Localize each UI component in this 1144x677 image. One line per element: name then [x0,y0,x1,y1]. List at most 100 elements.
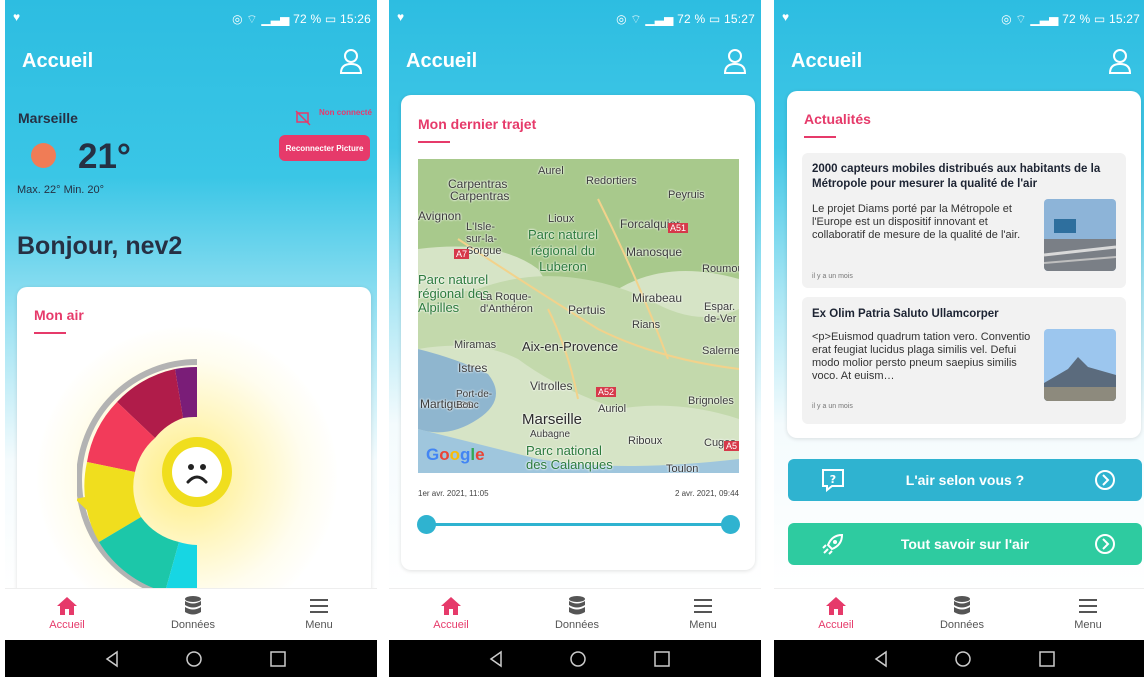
sad-face-icon [162,437,232,507]
trip-map[interactable]: Carpentras Carpentras Avignon L'Isle-sur… [418,159,739,473]
home-button-icon[interactable] [954,650,972,668]
map-label: Rians [632,319,661,331]
last-trip-card: Mon dernier trajet Carpentras Carpentras… [401,95,755,570]
signal-icon: ▁▃▅ [1030,12,1059,26]
mon-air-card: Mon air [17,287,371,607]
weather-city: Marseille [18,110,78,126]
nav-data-label: Données [939,619,985,631]
map-label: Miramas [454,339,497,351]
recents-icon[interactable] [1038,650,1056,668]
nav-home[interactable]: Accueil [796,593,876,631]
stage: ♥ ◎ ⌔ ▁▃▅ 72 % ▭ 15:26 Accueil Marseille… [0,0,1144,677]
recents-icon[interactable] [653,650,671,668]
news-item[interactable]: 2000 capteurs mobiles distribués aux hab… [802,153,1126,288]
nav-data-label: Données [170,619,216,631]
map-label: Parc naturel régional du Luberon [527,227,599,274]
bottom-nav: Accueil Données Menu [774,588,1144,640]
map-label: Port-de-Bouc [456,389,493,411]
news-item[interactable]: Ex Olim Patria Saluto Ullamcorper <p>Eui… [802,297,1126,424]
trip-time-slider-track[interactable] [427,523,731,526]
road-badge: A52 [596,387,617,397]
map-label: La Roque-d'Anthéron [480,291,533,315]
home-button-icon[interactable] [185,650,203,668]
learn-air-button[interactable]: Tout savoir sur l'air [788,523,1142,565]
reconnect-button[interactable]: Reconnecter Picture [279,135,370,161]
title-underline [418,141,450,143]
user-icon[interactable] [723,48,747,74]
news-item-time: il y a un mois [812,273,853,280]
home-button-icon[interactable] [569,650,587,668]
page-title: Accueil [791,50,863,72]
map-label: Aurel [538,165,564,177]
screen-home-mon-air: ♥ ◎ ⌔ ▁▃▅ 72 % ▭ 15:26 Accueil Marseille… [5,0,377,677]
status-bar: ♥ ◎ ⌔ ▁▃▅ 72 % ▭ 15:27 [389,0,761,36]
road-badge: A51 [668,223,689,233]
nav-data-label: Données [554,619,600,631]
sensor-disconnected-icon [295,110,311,126]
map-label: Aix-en-Provence [522,339,619,354]
trip-slider-start-handle[interactable] [417,515,436,534]
location-icon: ◎ [616,12,627,26]
status-right: ◎ ⌔ ▁▃▅ 72 % ▭ 15:26 [232,12,371,27]
nav-data[interactable]: Données [922,593,1002,631]
map-label: Marseille [522,411,583,428]
air-survey-label: L'air selon vous ? [905,472,1025,488]
user-icon[interactable] [1108,48,1132,74]
nav-menu[interactable]: Menu [1048,593,1128,631]
notification-icon: ♥ [782,10,790,24]
location-icon: ◎ [232,12,243,26]
map-label: Salernes [702,345,739,357]
clock: 15:26 [339,12,371,26]
android-nav-bar [774,640,1144,677]
map-label: Carpentras [450,189,510,203]
nav-menu[interactable]: Menu [663,593,743,631]
map-label: Mirabeau [632,291,683,305]
learn-air-label: Tout savoir sur l'air [900,536,1030,552]
map-label: Vitrolles [530,379,573,393]
google-logo: Google [426,445,485,464]
nav-home-label: Accueil [433,619,469,631]
user-icon[interactable] [339,48,363,74]
map-label: Roumoules [702,263,739,275]
wifi-icon: ⌔ [630,12,642,26]
trip-start-date: 1er avr. 2021, 11:05 [418,489,489,498]
battery-level: 72 % [677,12,706,26]
battery-icon: ▭ [708,12,721,26]
nav-data[interactable]: Données [153,593,233,631]
nav-menu-label: Menu [305,619,333,631]
back-icon[interactable] [103,650,121,668]
nav-data[interactable]: Données [537,593,617,631]
status-right: ◎ ⌔ ▁▃▅ 72 % ▭ 15:27 [616,12,755,27]
back-icon[interactable] [872,650,890,668]
news-item-title: 2000 capteurs mobiles distribués aux hab… [812,163,1101,190]
nav-home-label: Accueil [49,619,85,631]
page-title: Accueil [22,50,94,72]
wifi-icon: ⌔ [1015,12,1027,26]
status-right: ◎ ⌔ ▁▃▅ 72 % ▭ 15:27 [1001,12,1140,27]
map-label: Auriol [598,403,627,415]
nav-home[interactable]: Accueil [411,593,491,631]
air-survey-button[interactable]: ? L'air selon vous ? [788,459,1142,501]
news-item-time: il y a un mois [812,403,853,410]
database-icon [954,596,970,615]
map-label: Redortiers [586,175,637,187]
map-label: Espar. de-Ver [704,301,737,325]
notification-icon: ♥ [397,10,405,24]
menu-icon [1079,599,1097,613]
back-icon[interactable] [487,650,505,668]
map-label: Pertuis [568,303,606,317]
chevron-right-circle-icon [1095,470,1115,490]
map-label: Toulon [666,463,699,473]
nav-home[interactable]: Accueil [27,593,107,631]
signal-icon: ▁▃▅ [261,12,290,26]
signal-icon: ▁▃▅ [645,12,674,26]
road-badge: A5 [724,441,739,451]
home-icon [57,597,77,615]
trip-slider-end-handle[interactable] [721,515,740,534]
recents-icon[interactable] [269,650,287,668]
location-icon: ◎ [1001,12,1012,26]
screen-home-news: ♥ ◎ ⌔ ▁▃▅ 72 % ▭ 15:27 Accueil Actualité… [774,0,1144,677]
connection-status: Non connecté [319,108,372,117]
map-label: Peyruis [668,189,705,201]
nav-menu[interactable]: Menu [279,593,359,631]
